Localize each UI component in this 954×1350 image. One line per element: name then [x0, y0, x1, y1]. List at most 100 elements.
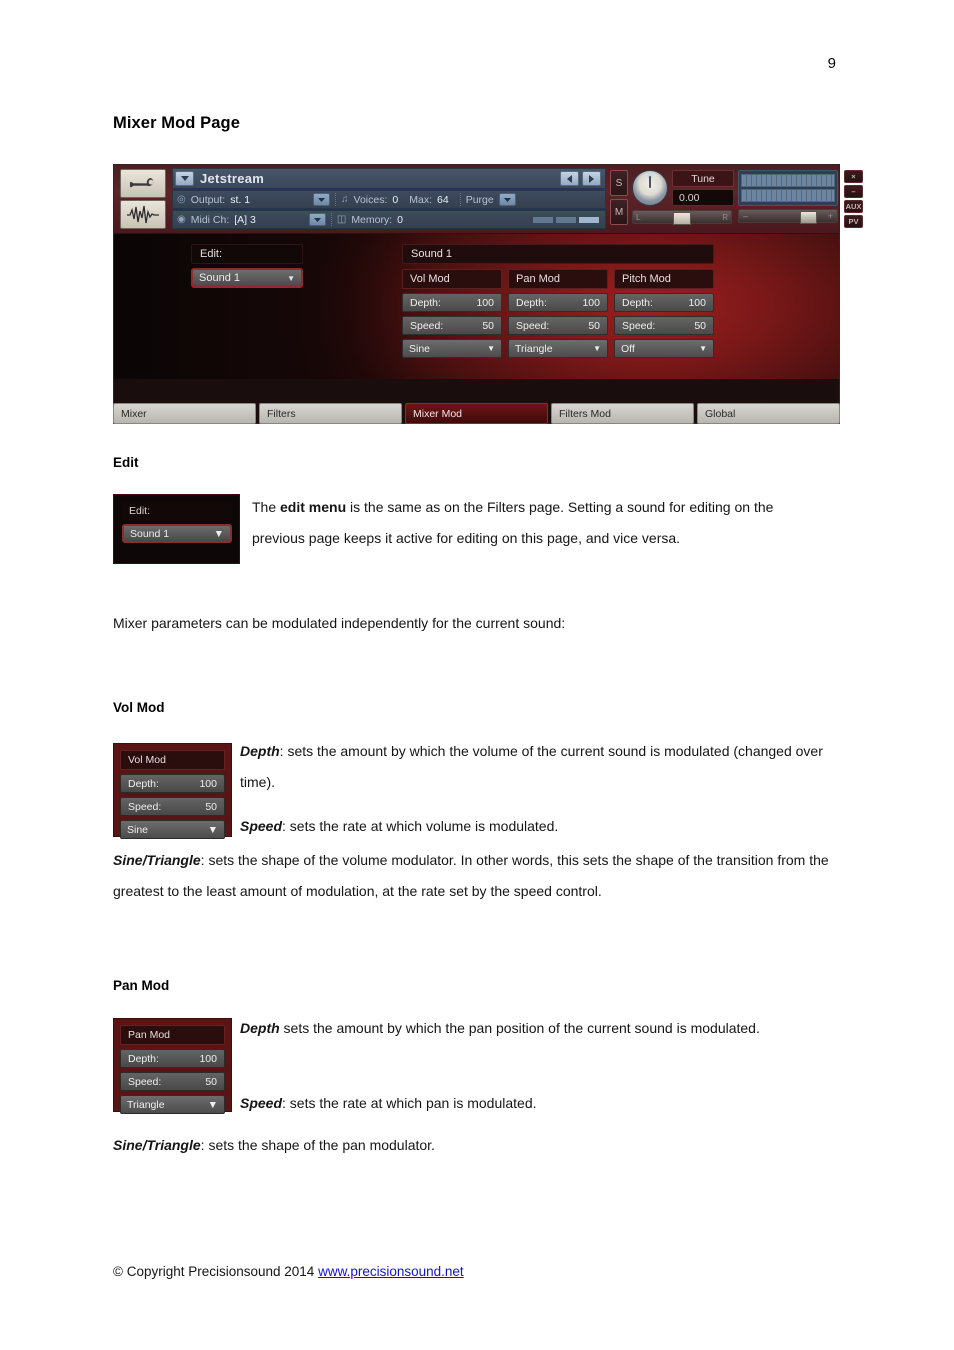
midi-dropdown[interactable] — [308, 213, 326, 226]
chevron-left-icon — [567, 174, 572, 183]
edit-group: Edit: Sound 1 ▼ — [191, 244, 303, 288]
pan-widget-shape-value: Triangle — [127, 1098, 165, 1111]
memory-label: Memory: — [351, 213, 393, 226]
current-sound-bar: Sound 1 — [402, 244, 714, 264]
output-dropdown[interactable] — [313, 193, 331, 206]
vol-widget-depth: Depth: 100 — [120, 774, 225, 793]
vol-mod-title: Vol Mod — [402, 269, 502, 289]
heading-pan-mod: Pan Mod — [113, 978, 170, 993]
midi-info-row: ◉ Midi Ch: [A] 3 ◫ Memory: 0 — [172, 210, 606, 229]
instrument-menu-icon[interactable] — [175, 171, 194, 186]
max-value: 64 — [437, 193, 449, 206]
next-instrument-button[interactable] — [582, 171, 601, 186]
tab-global[interactable]: Global — [697, 403, 840, 424]
heading-vol-mod: Vol Mod — [113, 700, 165, 715]
instrument-title-bar[interactable]: Jetstream — [172, 168, 606, 189]
pitch-mod-depth-label: Depth: — [622, 296, 653, 309]
voices-icon: ♫ — [341, 194, 349, 205]
tab-mixer[interactable]: Mixer — [113, 403, 256, 424]
footer: © Copyright Precisionsound 2014 www.prec… — [113, 1264, 464, 1279]
pitch-mod-column: Pitch Mod Depth: 100 Speed: 50 Off ▼ — [614, 269, 714, 358]
purge-dropdown[interactable] — [498, 193, 516, 206]
volume-plus-label: + — [827, 211, 833, 221]
instrument-nav — [560, 171, 603, 186]
pitch-mod-shape-dropdown[interactable]: Off ▼ — [614, 339, 714, 358]
aux-button[interactable]: AUX — [844, 200, 863, 213]
waveform-icon-button[interactable] — [120, 200, 166, 229]
pan-slider-row: L R — [632, 210, 734, 224]
pan-left-label: L — [636, 212, 641, 222]
pan-mod-depth-field[interactable]: Depth: 100 — [508, 293, 608, 312]
volume-minus-label: – — [743, 211, 749, 221]
chevron-down-icon — [180, 176, 189, 181]
pan-mod-widget-screenshot: Pan Mod Depth: 100 Speed: 50 Triangle ▼ — [113, 1018, 232, 1114]
vol-mod-shape-dropdown[interactable]: Sine ▼ — [402, 339, 502, 358]
meter-bar-left — [741, 174, 835, 187]
kontakt-instrument-screenshot: Jetstream ◎ Output: st. 1 ♫ Voices: 0 Ma… — [113, 164, 863, 424]
edit-desc-bold: edit menu — [280, 499, 347, 515]
pitch-mod-depth-field[interactable]: Depth: 100 — [614, 293, 714, 312]
page-tab-bar: Mixer Filters Mixer Mod Filters Mod Glob… — [113, 403, 840, 424]
prev-instrument-button[interactable] — [560, 171, 579, 186]
mod-section: Sound 1 Vol Mod Depth: 100 Speed: 50 Sin… — [402, 244, 714, 358]
vol-mod-depth-field[interactable]: Depth: 100 — [402, 293, 502, 312]
waveform-icon — [127, 205, 159, 223]
edit-sound-dropdown[interactable]: Sound 1 ▼ — [191, 268, 303, 288]
vol-depth-text: : sets the amount by which the volume of… — [240, 743, 823, 790]
chevron-down-icon: ▼ — [213, 527, 224, 540]
pan-widget-speed: Speed: 50 — [120, 1072, 225, 1091]
vol-shape-text: : sets the shape of the volume modulator… — [113, 852, 829, 899]
heading-edit: Edit — [113, 455, 139, 470]
vol-mod-depth-value: 100 — [476, 296, 494, 309]
edit-description: The edit menu is the same as on the Filt… — [252, 492, 830, 554]
pan-mod-shape-dropdown[interactable]: Triangle ▼ — [508, 339, 608, 358]
tune-value[interactable]: 0.00 — [672, 189, 734, 206]
pitch-mod-speed-field[interactable]: Speed: 50 — [614, 316, 714, 335]
divider — [335, 193, 337, 206]
wrench-icon-button[interactable] — [120, 169, 166, 198]
pan-slider[interactable]: L R — [632, 210, 732, 224]
vol-mod-depth-label: Depth: — [410, 296, 441, 309]
page-title: Mixer Mod Page — [113, 114, 241, 132]
purge-meter-bars — [533, 216, 601, 223]
kontakt-right-controls: S M Tune 0.00 L R – + × – AUX PV — [606, 168, 863, 230]
pitch-mod-speed-label: Speed: — [622, 319, 656, 332]
vol-widget-shape: Sine ▼ — [120, 820, 225, 839]
instrument-name: Jetstream — [200, 171, 265, 186]
purge-bar — [556, 216, 576, 223]
tab-mixer-mod[interactable]: Mixer Mod — [405, 403, 548, 424]
website-link[interactable]: www.precisionsound.net — [318, 1264, 464, 1279]
minimize-icon-button[interactable]: – — [844, 185, 863, 198]
pan-widget-speed-value: 50 — [205, 1075, 217, 1088]
chevron-right-icon — [589, 174, 594, 183]
chevron-down-icon: ▼ — [487, 344, 495, 353]
pan-mod-speed-label: Speed: — [516, 319, 550, 332]
close-icon-button[interactable]: × — [844, 170, 863, 183]
vol-widget-speed: Speed: 50 — [120, 797, 225, 816]
solo-button[interactable]: S — [610, 170, 628, 196]
pv-button[interactable]: PV — [844, 215, 863, 228]
mute-button[interactable]: M — [610, 199, 628, 225]
tune-group: Tune 0.00 L R — [632, 168, 734, 230]
pan-shape-term: Sine/Triangle — [113, 1137, 201, 1153]
divider — [459, 193, 461, 206]
solo-mute-group: S M — [610, 168, 628, 230]
vol-mod-depth-description: Depth: sets the amount by which the volu… — [240, 736, 835, 798]
kontakt-header: Jetstream ◎ Output: st. 1 ♫ Voices: 0 Ma… — [114, 165, 863, 233]
edit-label: Edit: — [191, 244, 303, 264]
pan-mod-column: Pan Mod Depth: 100 Speed: 50 Triangle ▼ — [508, 269, 608, 358]
stereo-level-meter — [738, 170, 838, 206]
tab-filters-mod[interactable]: Filters Mod — [551, 403, 694, 424]
output-value: st. 1 — [230, 193, 251, 206]
pan-mod-speed-field[interactable]: Speed: 50 — [508, 316, 608, 335]
vol-widget-depth-value: 100 — [199, 777, 217, 790]
tab-filters[interactable]: Filters — [259, 403, 402, 424]
edit-widget-value: Sound 1 — [130, 527, 170, 540]
purge-bar — [533, 216, 553, 223]
tune-knob[interactable] — [632, 170, 668, 206]
pitch-mod-speed-value: 50 — [694, 319, 706, 332]
chevron-down-icon: ▼ — [699, 344, 707, 353]
volume-slider[interactable]: – + — [738, 209, 838, 224]
level-meter-group: – + — [738, 168, 838, 230]
vol-mod-speed-field[interactable]: Speed: 50 — [402, 316, 502, 335]
